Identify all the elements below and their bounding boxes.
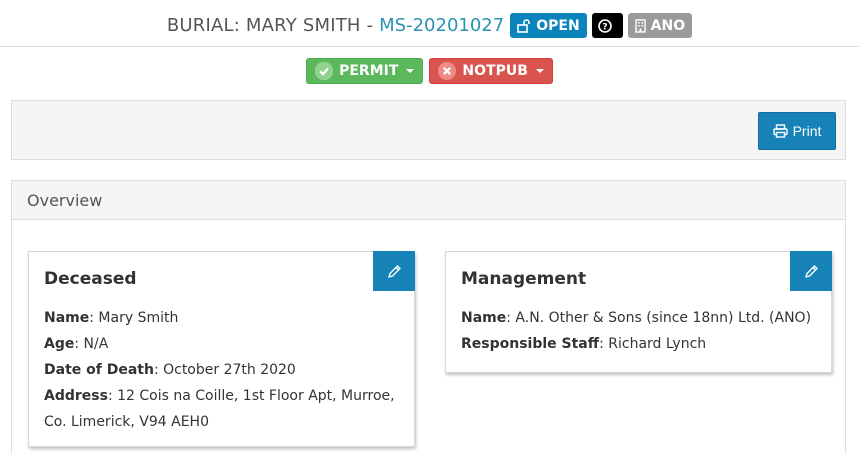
field-value: : Mary Smith xyxy=(89,310,179,326)
deceased-name-row: Name: Mary Smith xyxy=(44,305,404,331)
management-name-row: Name: A.N. Other & Sons (since 18nn) Ltd… xyxy=(461,305,821,331)
field-label: Age xyxy=(44,336,75,352)
field-label: Date of Death xyxy=(44,362,154,378)
field-label: Address xyxy=(44,388,108,404)
page-title: BURIAL: MARY SMITH xyxy=(166,15,361,36)
deceased-details: Name: Mary Smith Age: N/A Date of Death:… xyxy=(44,305,404,435)
open-status-badge[interactable]: OPEN xyxy=(510,13,587,38)
permit-status-dropdown[interactable]: PERMIT xyxy=(306,58,424,84)
ano-badge-label: ANO xyxy=(650,17,686,34)
building-icon xyxy=(634,18,646,33)
title-row: BURIAL: MARY SMITH - MS-20201027 OPEN ? xyxy=(0,13,859,38)
management-card: Management Name: A.N. Other & Sons (sinc… xyxy=(445,251,832,373)
notpub-status-dropdown[interactable]: NOTPUB xyxy=(429,58,553,84)
chevron-down-icon xyxy=(535,69,544,73)
print-button-label: Print xyxy=(792,123,822,139)
notpub-label: NOTPUB xyxy=(462,63,528,79)
chevron-down-icon xyxy=(406,69,415,73)
organisation-badge[interactable]: ANO xyxy=(627,13,693,38)
action-toolbar: Print xyxy=(11,100,846,160)
check-circle-icon xyxy=(315,62,334,80)
management-card-title: Management xyxy=(461,269,587,289)
print-button[interactable]: Print xyxy=(758,112,836,150)
pencil-icon xyxy=(804,264,818,278)
management-details: Name: A.N. Other & Sons (since 18nn) Ltd… xyxy=(461,305,821,357)
field-value: : A.N. Other & Sons (since 18nn) Ltd. (A… xyxy=(506,310,812,326)
printer-icon xyxy=(772,124,788,138)
edit-deceased-button[interactable] xyxy=(373,251,415,291)
overview-panel: Overview Deceased Name: Mary Smith Age: … xyxy=(11,180,846,453)
unlock-icon xyxy=(517,18,531,33)
page-header: BURIAL: MARY SMITH - MS-20201027 OPEN ? xyxy=(0,0,859,47)
deceased-address-row: Address: 12 Cois na Coille, 1st Floor Ap… xyxy=(44,383,404,435)
help-badge[interactable]: ? xyxy=(591,13,623,38)
question-circle-icon: ? xyxy=(597,18,612,33)
times-circle-icon xyxy=(438,62,457,80)
svg-text:?: ? xyxy=(602,22,607,32)
deceased-card-title: Deceased xyxy=(44,269,137,289)
management-staff-row: Responsible Staff: Richard Lynch xyxy=(461,331,821,357)
field-value: : October 27th 2020 xyxy=(153,362,296,378)
title-separator: - xyxy=(366,15,374,36)
deceased-age-row: Age: N/A xyxy=(44,331,404,357)
field-value: : N/A xyxy=(74,336,109,352)
field-label: Name xyxy=(44,310,90,326)
permit-label: PERMIT xyxy=(339,63,399,79)
edit-management-button[interactable] xyxy=(790,251,832,291)
deceased-dod-row: Date of Death: October 27th 2020 xyxy=(44,357,404,383)
status-button-row: PERMIT NOTPUB xyxy=(0,58,859,84)
pencil-icon xyxy=(387,264,401,278)
record-reference-link[interactable]: MS-20201027 xyxy=(379,15,504,36)
overview-heading: Overview xyxy=(12,181,845,220)
field-label: Responsible Staff xyxy=(461,336,600,352)
open-badge-label: OPEN xyxy=(536,17,580,34)
field-label: Name xyxy=(461,310,507,326)
field-value: : Richard Lynch xyxy=(599,336,707,352)
deceased-card: Deceased Name: Mary Smith Age: N/A Date … xyxy=(28,251,415,447)
